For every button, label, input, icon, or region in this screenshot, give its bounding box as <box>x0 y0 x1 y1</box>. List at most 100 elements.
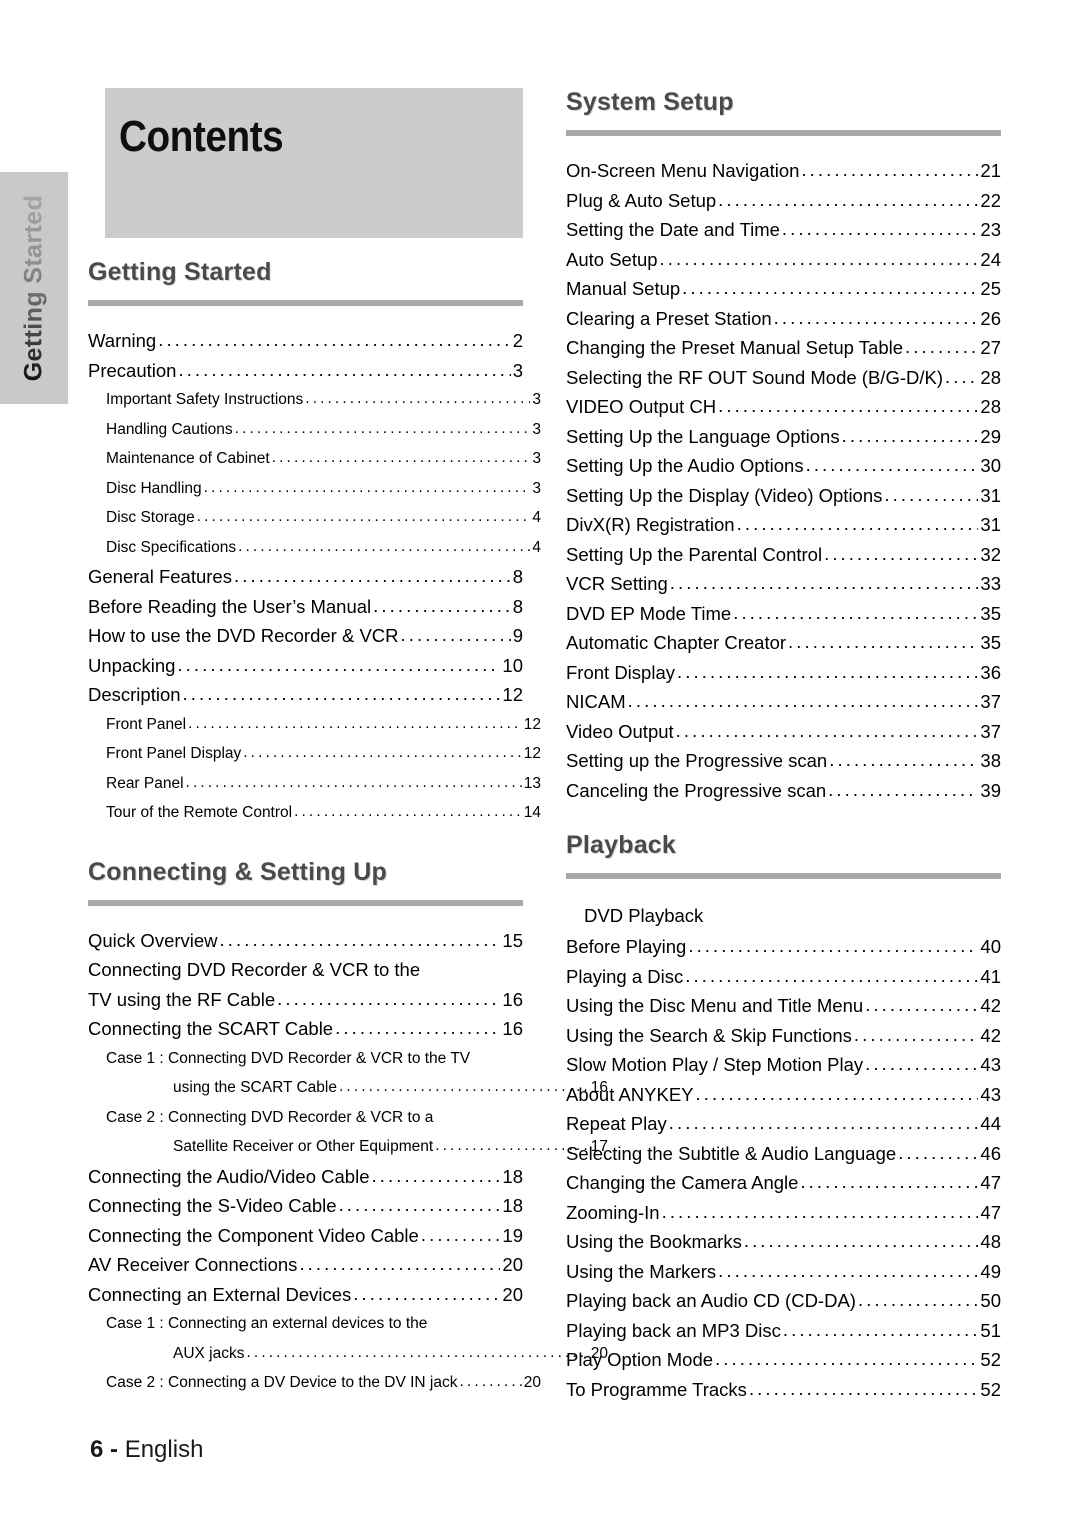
toc-entry[interactable]: How to use the DVD Recorder & VCR.......… <box>88 621 523 651</box>
toc-entry[interactable]: Playing back an MP3 Disc................… <box>566 1316 1001 1346</box>
section-divider <box>566 130 1001 136</box>
toc-page-number: 31 <box>980 514 1001 535</box>
toc-entry[interactable]: Front Panel.............................… <box>88 710 541 740</box>
toc-leader-dots: ........................................… <box>841 424 979 446</box>
toc-entry[interactable]: Case 1 : Connecting DVD Recorder & VCR t… <box>88 1044 541 1074</box>
toc-entry-label: VCR Setting <box>566 573 668 594</box>
toc-entry[interactable]: On-Screen Menu Navigation...............… <box>566 156 1001 186</box>
toc-leader-dots: ........................................… <box>718 395 978 416</box>
toc-entry[interactable]: Case 2 : Connecting DVD Recorder & VCR t… <box>88 1103 541 1133</box>
toc-entry[interactable]: Changing the Camera Angle...............… <box>566 1168 1001 1198</box>
toc-entry[interactable]: Setting Up the Audio Options............… <box>566 451 1001 481</box>
toc-entry[interactable]: Using the Search & Skip Functions.......… <box>566 1021 1001 1051</box>
toc-entry-label: Front Panel <box>106 715 187 733</box>
toc-entry[interactable]: using the SCART Cable...................… <box>88 1073 608 1103</box>
toc-entry[interactable]: Automatic Chapter Creator...............… <box>566 628 1001 658</box>
toc-page-number: 8 <box>512 595 523 617</box>
toc-entry-label: Using the Disc Menu and Title Menu <box>566 995 864 1016</box>
toc-entry[interactable]: TV using the RF Cable...................… <box>88 985 523 1015</box>
toc-entry[interactable]: Manual Setup............................… <box>566 274 1001 304</box>
toc-entry[interactable]: Auto Setup..............................… <box>566 245 1001 275</box>
toc-entry[interactable]: Clearing a Preset Station...............… <box>566 304 1001 334</box>
toc-leader-dots: ........................................… <box>805 454 979 475</box>
toc-entry[interactable]: Precaution..............................… <box>88 356 523 386</box>
toc-entry[interactable]: VIDEO Output CH.........................… <box>566 392 1001 422</box>
toc-entry[interactable]: Important Safety Instructions...........… <box>88 385 541 415</box>
toc-entry[interactable]: Connecting an External Devices..........… <box>88 1280 523 1310</box>
toc-leader-dots: ........................................… <box>203 478 531 496</box>
toc-entry[interactable]: Description.............................… <box>88 680 523 710</box>
toc-page-number: 3 <box>532 479 541 497</box>
toc-entry[interactable]: Playing back an Audio CD (CD-DA)........… <box>566 1286 1001 1316</box>
toc-entry-label: Tour of the Remote Control <box>106 804 293 821</box>
toc-entry[interactable]: Using the Disc Menu and Title Menu......… <box>566 991 1001 1021</box>
right-column: System Setup On-Screen Menu Navigation...… <box>566 88 1001 1404</box>
toc-entry[interactable]: Canceling the Progressive scan..........… <box>566 776 1001 806</box>
toc-page-number: 3 <box>532 450 541 467</box>
toc-entry[interactable]: Slow Motion Play / Step Motion Play.....… <box>566 1050 1001 1080</box>
toc-page-number: 25 <box>980 278 1001 299</box>
toc-entry[interactable]: AV Receiver Connections.................… <box>88 1250 523 1280</box>
toc-entry[interactable]: Disc Specifications.....................… <box>88 533 541 563</box>
toc-leader-dots: ........................................… <box>682 277 979 298</box>
toc-entry[interactable]: VCR Setting.............................… <box>566 569 1001 599</box>
toc-entry[interactable]: Front Panel Display.....................… <box>88 739 541 769</box>
toc-entry[interactable]: Zooming-In..............................… <box>566 1198 1001 1228</box>
toc-entry[interactable]: Front Display...........................… <box>566 658 1001 688</box>
toc-entry[interactable]: Using the Bookmarks.....................… <box>566 1227 1001 1257</box>
toc-entry[interactable]: Before Reading the User’s Manual........… <box>88 592 523 622</box>
toc-entry[interactable]: Tour of the Remote Control..............… <box>88 798 541 828</box>
toc-entry[interactable]: Video Output............................… <box>566 717 1001 747</box>
toc-page-number: 36 <box>980 661 1001 683</box>
toc-entry[interactable]: Connecting DVD Recorder & VCR to the....… <box>88 955 523 985</box>
toc-leader-dots: ........................................… <box>865 994 979 1015</box>
toc-entry[interactable]: Connecting the Component Video Cable....… <box>88 1221 523 1251</box>
toc-entry[interactable]: Setting Up the Parental Control.........… <box>566 540 1001 570</box>
toc-section: System Setup On-Screen Menu Navigation...… <box>566 88 1001 805</box>
toc-entry[interactable]: Case 2 : Connecting a DV Device to the D… <box>88 1368 541 1398</box>
toc-entry[interactable]: Changing the Preset Manual Setup Table..… <box>566 333 1001 363</box>
toc-entry[interactable]: Satellite Receiver or Other Equipment...… <box>88 1132 608 1162</box>
toc-entry[interactable]: Connecting the S-Video Cable............… <box>88 1191 523 1221</box>
toc-entry[interactable]: Unpacking...............................… <box>88 651 523 681</box>
toc-leader-dots: ........................................… <box>178 358 510 380</box>
toc-entry[interactable]: Disc Storage............................… <box>88 503 541 533</box>
toc-entry[interactable]: Warning.................................… <box>88 326 523 356</box>
section-divider <box>88 300 523 306</box>
toc-entry[interactable]: Plug & Auto Setup.......................… <box>566 186 1001 216</box>
toc-entry[interactable]: Before Playing..........................… <box>566 932 1001 962</box>
toc-page-number: 12 <box>523 745 541 762</box>
toc-page-number: 40 <box>980 936 1001 957</box>
toc-entry[interactable]: DivX(R) Registration....................… <box>566 510 1001 540</box>
toc-entry[interactable]: Playing a Disc..........................… <box>566 962 1001 992</box>
toc-entry-label: Clearing a Preset Station <box>566 307 772 329</box>
toc-entry[interactable]: Setting the Date and Time...............… <box>566 215 1001 245</box>
toc-entry[interactable]: Connecting the SCART Cable..............… <box>88 1014 523 1044</box>
toc-entry[interactable]: Connecting the Audio/Video Cable........… <box>88 1162 523 1192</box>
toc-entry[interactable]: AUX jacks...............................… <box>88 1339 608 1369</box>
toc-entry[interactable]: Quick Overview..........................… <box>88 926 523 956</box>
toc-entry[interactable]: Selecting the Subtitle & Audio Language.… <box>566 1139 1001 1169</box>
toc-entry[interactable]: Setting up the Progressive scan.........… <box>566 746 1001 776</box>
toc-entry[interactable]: Maintenance of Cabinet..................… <box>88 444 541 474</box>
toc-entry[interactable]: Disc Handling...........................… <box>88 474 541 504</box>
toc-leader-dots: ........................................… <box>299 1253 500 1274</box>
toc-entry[interactable]: Play Option Mode........................… <box>566 1345 1001 1375</box>
toc-entry[interactable]: Repeat Play.............................… <box>566 1109 1001 1139</box>
toc-entry[interactable]: General Features........................… <box>88 562 523 592</box>
toc-entry[interactable]: NICAM...................................… <box>566 687 1001 717</box>
toc-entry[interactable]: Setting Up the Language Options.........… <box>566 422 1001 452</box>
toc-entry-label: Quick Overview <box>88 929 218 951</box>
toc-entry[interactable]: Selecting the RF OUT Sound Mode (B/G-D/K… <box>566 363 1001 393</box>
toc-entry[interactable]: Rear Panel..............................… <box>88 769 541 799</box>
toc-leader-dots: ........................................… <box>420 1223 501 1245</box>
toc-entry[interactable]: Using the Markers.......................… <box>566 1257 1001 1287</box>
toc-entry[interactable]: Case 1 : Connecting an external devices … <box>88 1309 541 1339</box>
toc-entry-label: Case 1 : Connecting DVD Recorder & VCR t… <box>106 1049 471 1067</box>
toc-entry[interactable]: To Programme Tracks.....................… <box>566 1375 1001 1405</box>
toc-entry-label: How to use the DVD Recorder & VCR <box>88 625 399 646</box>
toc-entry[interactable]: DVD EP Mode Time........................… <box>566 599 1001 629</box>
toc-entry[interactable]: About ANYKEY............................… <box>566 1080 1001 1110</box>
toc-entry[interactable]: Handling Cautions.......................… <box>88 415 541 445</box>
toc-entry[interactable]: Setting Up the Display (Video) Options..… <box>566 481 1001 511</box>
